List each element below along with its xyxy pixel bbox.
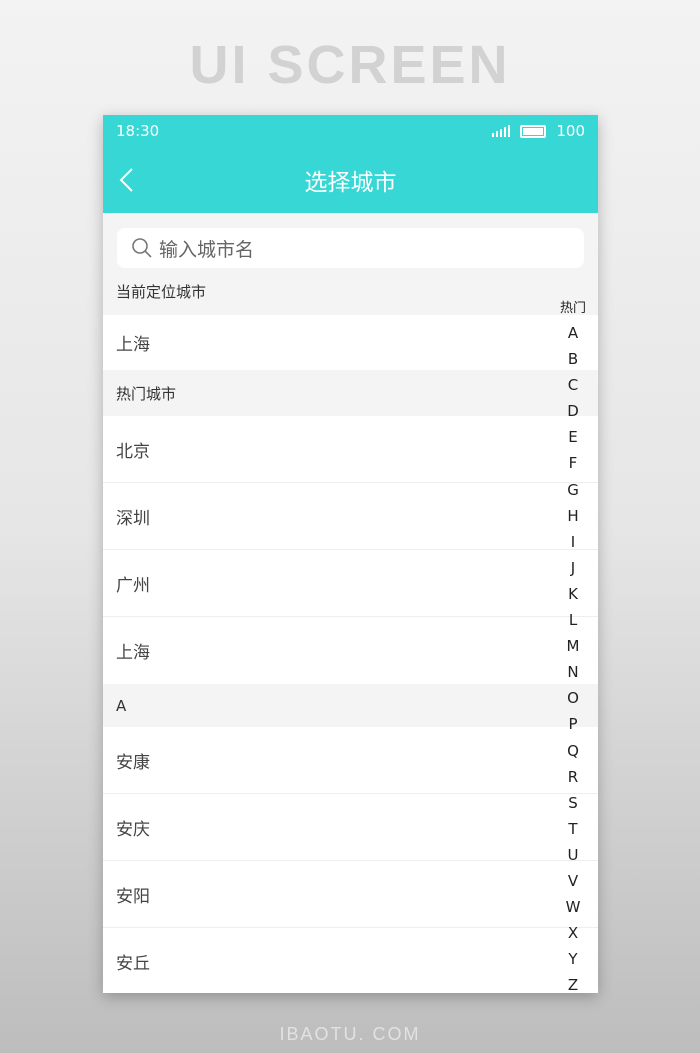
index-letter-e[interactable]: E <box>553 424 593 450</box>
city-item[interactable]: 北京 <box>103 416 598 483</box>
index-letter-d[interactable]: D <box>553 398 593 424</box>
current-location-label: 当前定位城市 <box>116 283 207 301</box>
banner-title: UI SCREEN <box>189 35 511 95</box>
nav-bar: 选择城市 <box>103 147 598 213</box>
index-letter-w[interactable]: W <box>553 894 593 920</box>
index-letter-m[interactable]: M <box>553 633 593 659</box>
page-title: 选择城市 <box>304 170 397 196</box>
chevron-left-icon[interactable] <box>117 167 141 193</box>
index-letter-a[interactable]: A <box>553 320 593 346</box>
signal-icon <box>492 125 511 137</box>
index-letter-v[interactable]: V <box>553 868 593 894</box>
city-item[interactable]: 上海 <box>103 617 598 684</box>
index-letter-c[interactable]: C <box>553 372 593 398</box>
hot-cities-header: 热门城市 <box>103 370 598 416</box>
index-letter-t[interactable]: T <box>553 816 593 842</box>
index-letter-g[interactable]: G <box>553 477 593 503</box>
status-time: 18:30 <box>116 122 160 140</box>
city-item[interactable]: 安庆 <box>103 794 598 861</box>
index-letter-n[interactable]: N <box>553 659 593 685</box>
search-input[interactable]: 输入城市名 <box>117 228 584 268</box>
index-letter-f[interactable]: F <box>553 450 593 476</box>
index-letter-p[interactable]: P <box>553 711 593 737</box>
index-letter-h[interactable]: H <box>553 503 593 529</box>
search-icon <box>132 238 152 258</box>
index-letter-b[interactable]: B <box>553 346 593 372</box>
section-header-a: A <box>103 684 598 727</box>
current-city-item[interactable]: 上海 <box>103 315 598 370</box>
status-bar: 18:30 100 <box>103 115 598 147</box>
index-letter-q[interactable]: Q <box>553 738 593 764</box>
index-letter-u[interactable]: U <box>553 842 593 868</box>
index-letter-x[interactable]: X <box>553 920 593 946</box>
city-item[interactable]: 安康 <box>103 727 598 794</box>
index-letter-j[interactable]: J <box>553 555 593 581</box>
index-letter-z[interactable]: Z <box>553 972 593 993</box>
search-placeholder: 输入城市名 <box>159 238 255 261</box>
index-hot[interactable]: 热门 <box>553 300 593 320</box>
index-letter-r[interactable]: R <box>553 764 593 790</box>
city-item[interactable]: 安丘 <box>103 928 598 993</box>
index-letter-k[interactable]: K <box>553 581 593 607</box>
index-letter-o[interactable]: O <box>553 685 593 711</box>
index-letter-s[interactable]: S <box>553 790 593 816</box>
battery-level: 100 <box>556 122 585 140</box>
index-letter-i[interactable]: I <box>553 529 593 555</box>
alphabet-index[interactable]: 热门 ABCDEFGHIJKLMNOPQRSTUVWXYZ <box>553 300 593 993</box>
phone-screen: 18:30 100 选择城市 输入城市名 当前定位城市 上海 热门城市 北京 深… <box>103 115 598 993</box>
battery-icon <box>520 124 547 138</box>
city-item[interactable]: 安阳 <box>103 861 598 928</box>
city-item[interactable]: 深圳 <box>103 483 598 550</box>
city-item[interactable]: 广州 <box>103 550 598 617</box>
index-letter-y[interactable]: Y <box>553 946 593 972</box>
banner-footer: IBAOTU. COM <box>279 1024 421 1044</box>
index-letter-l[interactable]: L <box>553 607 593 633</box>
